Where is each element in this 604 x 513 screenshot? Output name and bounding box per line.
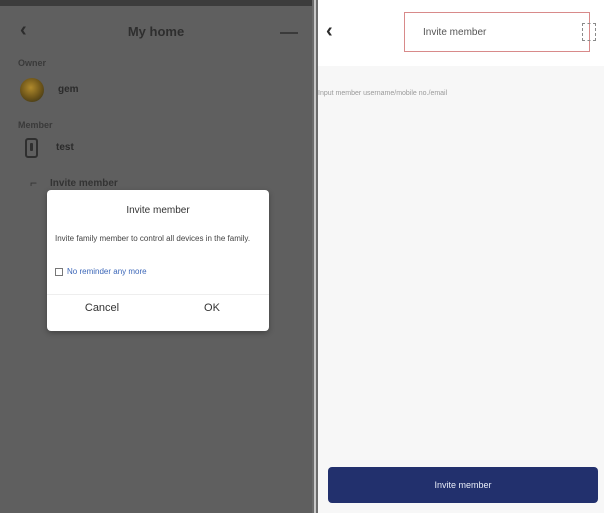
invite-member-screen: ‹ Invite member Input member username/mo… <box>318 0 604 513</box>
page-title: My home <box>127 24 185 39</box>
member-row[interactable]: test <box>22 138 282 162</box>
dialog-message: Invite family member to control all devi… <box>55 234 251 243</box>
add-member-icon: ⌐ <box>30 176 38 190</box>
no-reminder-checkbox[interactable] <box>55 268 63 276</box>
owner-section-label: Owner <box>18 58 47 68</box>
invite-member-dialog: Invite member Invite family member to co… <box>47 190 269 331</box>
owner-name: gem <box>58 84 79 95</box>
status-bar <box>0 0 312 6</box>
invite-member-row-label: Invite member <box>50 178 118 189</box>
dialog-divider <box>47 294 269 295</box>
home-settings-screen: ‹ My home Owner gem Member test ⌐ Invite… <box>0 0 312 513</box>
ok-button[interactable]: OK <box>197 302 227 314</box>
no-reminder-label[interactable]: No reminder any more <box>67 267 147 276</box>
member-input-hint[interactable]: Input member username/mobile no./email <box>318 90 598 97</box>
invite-member-button[interactable]: Invite member <box>328 467 598 503</box>
owner-row[interactable]: gem <box>20 78 280 104</box>
scan-icon[interactable] <box>582 23 596 41</box>
avatar <box>20 78 44 102</box>
more-menu-icon[interactable] <box>280 32 298 34</box>
page-title: Invite member <box>423 27 487 38</box>
no-reminder-checkbox-row[interactable]: No reminder any more <box>55 267 255 279</box>
member-name: test <box>56 142 74 153</box>
phone-icon <box>25 138 38 158</box>
member-section-label: Member <box>18 120 53 130</box>
title-bar: Invite member <box>404 12 590 52</box>
cancel-button[interactable]: Cancel <box>57 302 147 314</box>
back-chevron-icon[interactable]: ‹ <box>326 21 333 41</box>
dialog-title: Invite member <box>126 205 190 216</box>
